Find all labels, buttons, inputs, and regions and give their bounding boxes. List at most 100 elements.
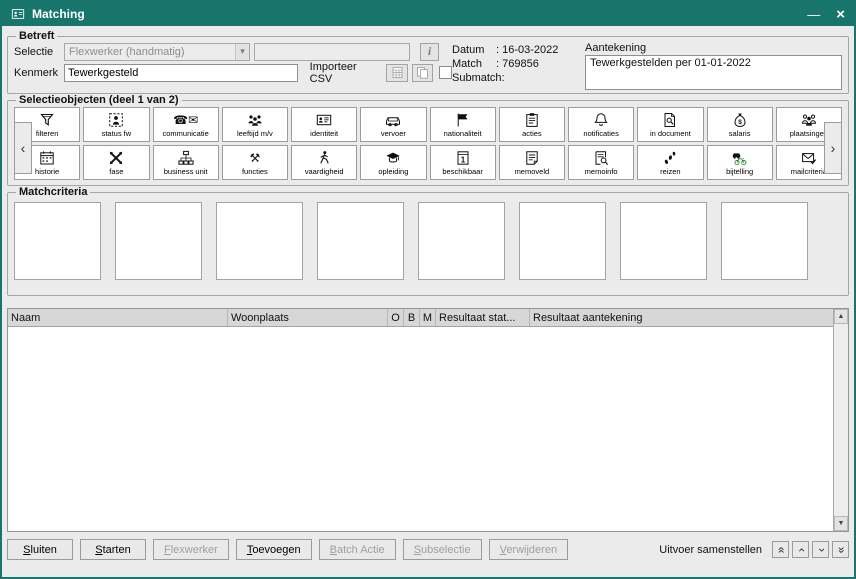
datum-value: : 16-03-2022	[496, 43, 558, 57]
selectieobject-label: memoinfo	[585, 167, 618, 176]
starten-button[interactable]: Starten	[80, 539, 146, 560]
kenmerk-label: Kenmerk	[14, 67, 60, 79]
selectieobject-bijtelling[interactable]: bijtelling	[707, 145, 773, 180]
matchcriteria-slot-2[interactable]	[115, 202, 202, 280]
close-icon[interactable]: ×	[836, 7, 845, 22]
column-header-naam[interactable]: Naam	[8, 309, 228, 326]
sluiten-button[interactable]: Sluiten	[7, 539, 73, 560]
column-header-resultaat-aantekening[interactable]: Resultaat aantekening	[530, 309, 833, 326]
matchcriteria-slot-4[interactable]	[317, 202, 404, 280]
selectieobject-label: notificaties	[583, 129, 618, 138]
copy-csv-button[interactable]	[412, 64, 433, 82]
selectieobject-label: in document	[650, 129, 691, 138]
selectieobject-business-unit[interactable]: business unit	[153, 145, 219, 180]
selectieobject-label: plaatsingen	[790, 129, 828, 138]
svg-text:$: $	[738, 119, 742, 126]
selectieobject-label: historie	[35, 167, 59, 176]
selectieobject-fase[interactable]: fase	[83, 145, 149, 180]
column-header-resultaat-stat[interactable]: Resultaat stat...	[436, 309, 530, 326]
memo-search-icon	[593, 150, 609, 167]
selectie-dropdown-value: Flexwerker (handmatig)	[69, 46, 185, 58]
selectieobject-label: vervoer	[381, 129, 406, 138]
selectieobject-label: status fw	[102, 129, 132, 138]
flexwerker-button[interactable]: Flexwerker	[153, 539, 229, 560]
verwijderen-button[interactable]: Verwijderen	[489, 539, 568, 560]
selectieobject-acties[interactable]: acties	[499, 107, 565, 142]
id-card-icon	[316, 112, 332, 129]
titlebar: Matching — ×	[2, 2, 854, 26]
submatch-label: Submatch:	[452, 71, 505, 85]
car-bike-icon	[732, 150, 748, 167]
selectieobject-leeftijd-m-v[interactable]: leeftijd m/v	[222, 107, 288, 142]
csv-file-icon	[391, 66, 404, 79]
selectieobject-vervoer[interactable]: vervoer	[360, 107, 426, 142]
batch-actie-button[interactable]: Batch Actie	[319, 539, 396, 560]
toevoegen-button[interactable]: Toevoegen	[236, 539, 312, 560]
vertical-scrollbar[interactable]: ▲ ▼	[833, 309, 848, 531]
uitvoer-samenstellen-label: Uitvoer samenstellen	[659, 544, 762, 556]
selectie-extra-input[interactable]	[254, 43, 410, 61]
info-button[interactable]: i	[420, 43, 439, 61]
selectieobject-label: functies	[242, 167, 268, 176]
import-csv-checkbox[interactable]	[439, 66, 452, 79]
selectieobject-salaris[interactable]: $salaris	[707, 107, 773, 142]
kenmerk-input[interactable]	[64, 64, 298, 82]
memo-icon	[524, 150, 540, 167]
subselectie-button[interactable]: Subselectie	[403, 539, 482, 560]
flag-icon	[455, 112, 471, 129]
matchcriteria-slot-1[interactable]	[14, 202, 101, 280]
scroll-up-icon[interactable]: ▲	[834, 309, 848, 324]
walking-person-icon	[316, 150, 332, 167]
minimize-icon[interactable]: —	[807, 8, 820, 21]
aantekening-input[interactable]: Tewerkgestelden per 01-01-2022	[585, 55, 842, 90]
selectieobject-label: memoveld	[515, 167, 550, 176]
selectieobject-notificaties[interactable]: notificaties	[568, 107, 634, 142]
selectieobject-memoveld[interactable]: memoveld	[499, 145, 565, 180]
matchcriteria-slot-6[interactable]	[519, 202, 606, 280]
move-up-button[interactable]: ›	[792, 541, 809, 558]
selectieobject-opleiding[interactable]: opleiding	[360, 145, 426, 180]
document-search-icon	[662, 112, 678, 129]
dropdown-arrow-icon: ▾	[235, 44, 249, 60]
money-bag-icon: $	[732, 112, 748, 129]
selectieobject-memoinfo[interactable]: memoinfo	[568, 145, 634, 180]
import-csv-button[interactable]	[386, 64, 407, 82]
results-table-header: NaamWoonplaatsOBMResultaat stat...Result…	[8, 309, 833, 327]
results-table-body[interactable]	[8, 327, 833, 531]
selectieobject-beschikbaar[interactable]: 1beschikbaar	[430, 145, 496, 180]
selectie-dropdown[interactable]: Flexwerker (handmatig) ▾	[64, 43, 250, 61]
selectieobject-nationaliteit[interactable]: nationaliteit	[430, 107, 496, 142]
selectieobject-identiteit[interactable]: identiteit	[291, 107, 357, 142]
move-bottom-button[interactable]: «	[832, 541, 849, 558]
cross-arrows-icon	[108, 150, 124, 167]
selectieobject-vaardigheid[interactable]: vaardigheid	[291, 145, 357, 180]
matchcriteria-slot-8[interactable]	[721, 202, 808, 280]
column-header-b[interactable]: B	[404, 309, 420, 326]
scroll-right-button[interactable]: ›	[824, 122, 842, 174]
match-value: : 769856	[496, 57, 539, 71]
selectieobject-label: business unit	[164, 167, 208, 176]
matchcriteria-slot-5[interactable]	[418, 202, 505, 280]
status-frame-icon	[108, 112, 124, 129]
scroll-down-icon[interactable]: ▼	[834, 516, 848, 531]
selectieobject-label: communicatie	[162, 129, 208, 138]
move-down-button[interactable]: ‹	[812, 541, 829, 558]
matchcriteria-slot-7[interactable]	[620, 202, 707, 280]
selectieobject-reizen[interactable]: reizen	[637, 145, 703, 180]
selectieobject-label: opleiding	[378, 167, 408, 176]
scroll-left-button[interactable]: ‹	[14, 122, 32, 174]
move-top-button[interactable]: »	[772, 541, 789, 558]
bell-icon	[593, 112, 609, 129]
selectieobject-label: reizen	[660, 167, 680, 176]
selectieobject-in-document[interactable]: in document	[637, 107, 703, 142]
column-header-m[interactable]: M	[420, 309, 436, 326]
selectieobject-communicatie[interactable]: ☎✉communicatie	[153, 107, 219, 142]
matchcriteria-slot-3[interactable]	[216, 202, 303, 280]
datum-label: Datum	[452, 43, 496, 57]
selectieobjecten-legend: Selectieobjecten (deel 1 van 2)	[16, 94, 182, 106]
selectieobject-functies[interactable]: ⚒functies	[222, 145, 288, 180]
column-header-o[interactable]: O	[388, 309, 404, 326]
selectieobject-label: bijtelling	[726, 167, 753, 176]
column-header-woonplaats[interactable]: Woonplaats	[228, 309, 388, 326]
selectieobject-status-fw[interactable]: status fw	[83, 107, 149, 142]
